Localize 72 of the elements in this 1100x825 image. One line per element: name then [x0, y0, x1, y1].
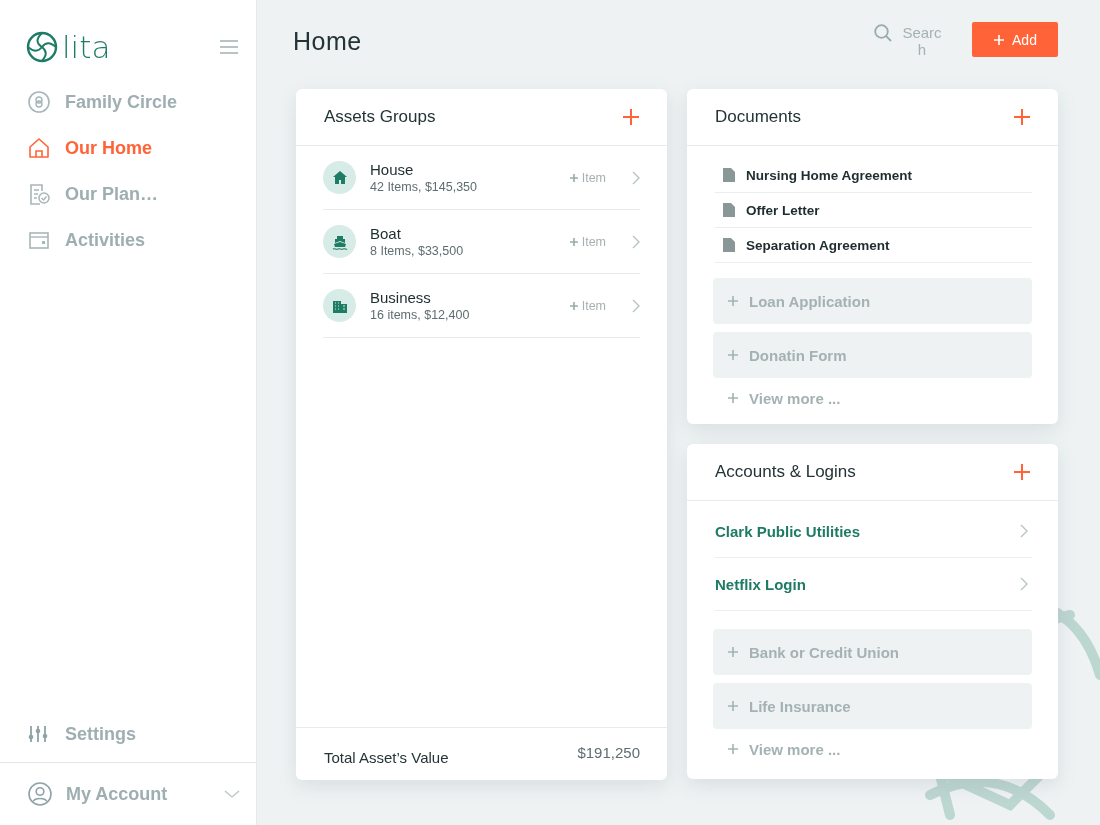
card-title: Assets Groups — [324, 107, 436, 127]
plus-icon — [727, 392, 739, 404]
group-name: Business — [370, 289, 432, 306]
view-more-link[interactable]: View more ... — [713, 386, 1032, 410]
app-logo: lita — [26, 31, 111, 63]
search-icon — [874, 23, 892, 42]
plus-icon — [727, 646, 739, 658]
document-icon — [723, 238, 735, 252]
plus-icon — [568, 172, 579, 183]
total-value: $191,250 — [577, 743, 640, 761]
chevron-down-icon — [224, 789, 240, 799]
add-button[interactable] — [1012, 462, 1032, 482]
add-button[interactable] — [621, 107, 641, 127]
search-field[interactable]: Search — [874, 23, 942, 58]
card-title: Documents — [715, 107, 801, 127]
document-link[interactable]: Nursing Home Agreement — [715, 158, 1032, 193]
people-circle-icon — [28, 91, 50, 113]
sliders-icon — [28, 725, 48, 743]
add-item-button[interactable]: Item — [568, 234, 606, 249]
suggested-account-button[interactable]: Life Insurance — [713, 683, 1032, 729]
plus-icon — [568, 236, 579, 247]
plus-icon — [568, 300, 579, 311]
plus-icon — [623, 109, 639, 125]
user-icon — [28, 782, 52, 806]
account-menu[interactable]: My Account — [0, 762, 256, 825]
leaf-ring-icon — [26, 31, 58, 63]
building-icon — [323, 289, 356, 322]
nav-item[interactable]: Activities — [0, 217, 256, 263]
plus-icon — [1014, 464, 1030, 480]
document-link[interactable]: Separation Agreement — [715, 228, 1032, 263]
nav-item[interactable]: Our Plan… — [0, 171, 256, 217]
add-item-button[interactable]: Item — [568, 170, 606, 185]
suggested-document-button[interactable]: Donatin Form — [713, 332, 1032, 378]
settings-link[interactable]: Settings — [0, 706, 256, 762]
total-label: Total Asset’s Value — [324, 748, 449, 766]
card-title: Accounts & Logins — [715, 462, 856, 482]
nav-item[interactable]: Family Circle — [0, 79, 256, 125]
account-link[interactable]: Netflix Login — [715, 558, 1032, 611]
chevron-right-icon[interactable] — [632, 170, 640, 185]
group-summary: 16 items, $12,400 — [370, 308, 471, 322]
group-summary: 8 Items, $33,500 — [370, 244, 465, 258]
view-more-link[interactable]: View more ... — [713, 737, 1032, 761]
group-name: House — [370, 161, 415, 178]
chevron-right-icon[interactable] — [632, 298, 640, 313]
nav-item[interactable]: Our Home — [0, 125, 256, 171]
document-icon — [723, 168, 735, 182]
house-icon — [323, 161, 356, 194]
document-icon — [723, 203, 735, 217]
group-name: Boat — [370, 225, 402, 242]
chevron-right-icon[interactable] — [632, 234, 640, 249]
chevron-right-icon — [1020, 577, 1028, 591]
add-button[interactable]: Add — [972, 22, 1058, 57]
add-item-button[interactable]: Item — [568, 298, 606, 313]
account-link[interactable]: Clark Public Utilities — [715, 505, 1032, 558]
wallet-icon — [28, 229, 50, 251]
home-icon — [28, 137, 50, 159]
menu-icon[interactable] — [220, 40, 238, 54]
add-button[interactable] — [1012, 107, 1032, 127]
document-link[interactable]: Offer Letter — [715, 193, 1032, 228]
chevron-right-icon — [1020, 524, 1028, 538]
page-title: Home — [293, 27, 363, 56]
plus-icon — [727, 295, 739, 307]
plus-icon — [727, 349, 739, 361]
plus-icon — [727, 743, 739, 755]
group-summary: 42 Items, $145,350 — [370, 180, 479, 194]
plus-icon — [993, 33, 1006, 46]
plus-icon — [727, 700, 739, 712]
suggested-document-button[interactable]: Loan Application — [713, 278, 1032, 324]
boat-icon — [323, 225, 356, 258]
plus-icon — [1014, 109, 1030, 125]
suggested-account-button[interactable]: Bank or Credit Union — [713, 629, 1032, 675]
document-check-icon — [28, 183, 50, 205]
